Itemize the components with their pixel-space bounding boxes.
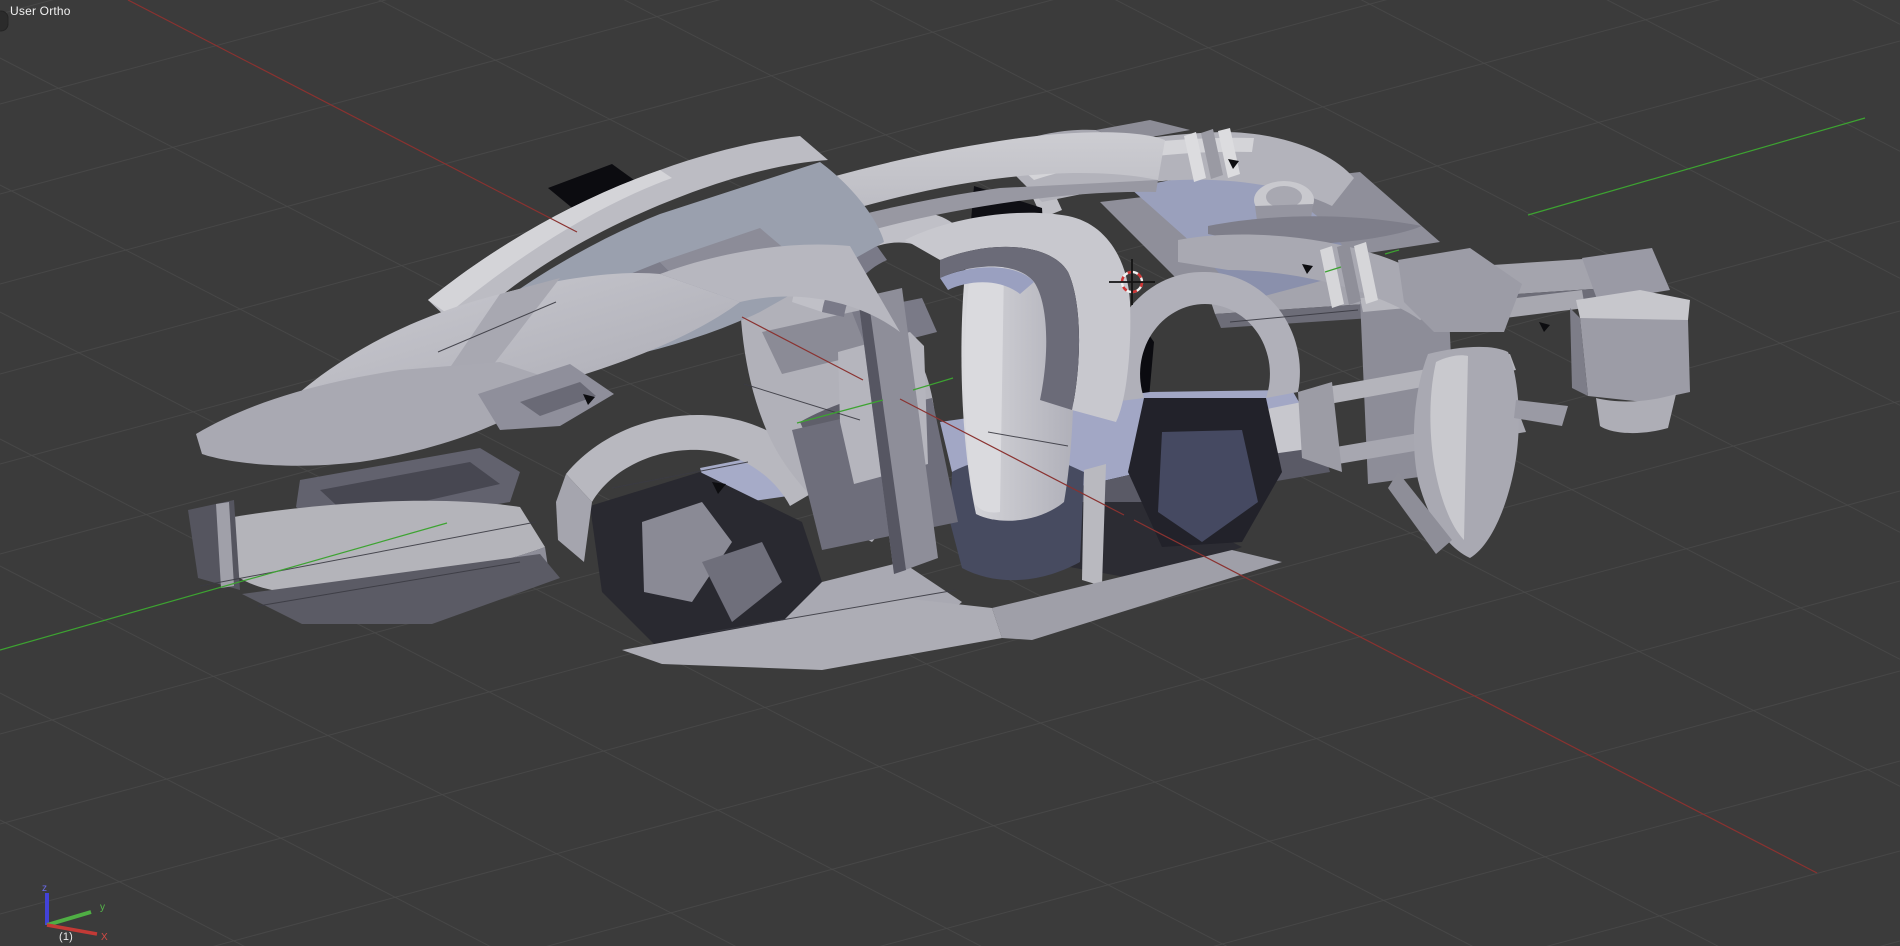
gizmo-x-label: X (101, 932, 108, 943)
viewport-mode-label: User Ortho (10, 4, 71, 18)
toolshelf-tab[interactable] (0, 10, 9, 32)
gizmo-z-label: z (42, 883, 47, 894)
3d-viewport[interactable]: z y X User Ortho (1) (0, 0, 1900, 946)
layer-indicator: (1) (59, 931, 74, 943)
gizmo-y-label: y (100, 902, 105, 913)
viewport-background (0, 0, 1900, 946)
viewport-canvas[interactable]: z y X (0, 0, 1900, 946)
